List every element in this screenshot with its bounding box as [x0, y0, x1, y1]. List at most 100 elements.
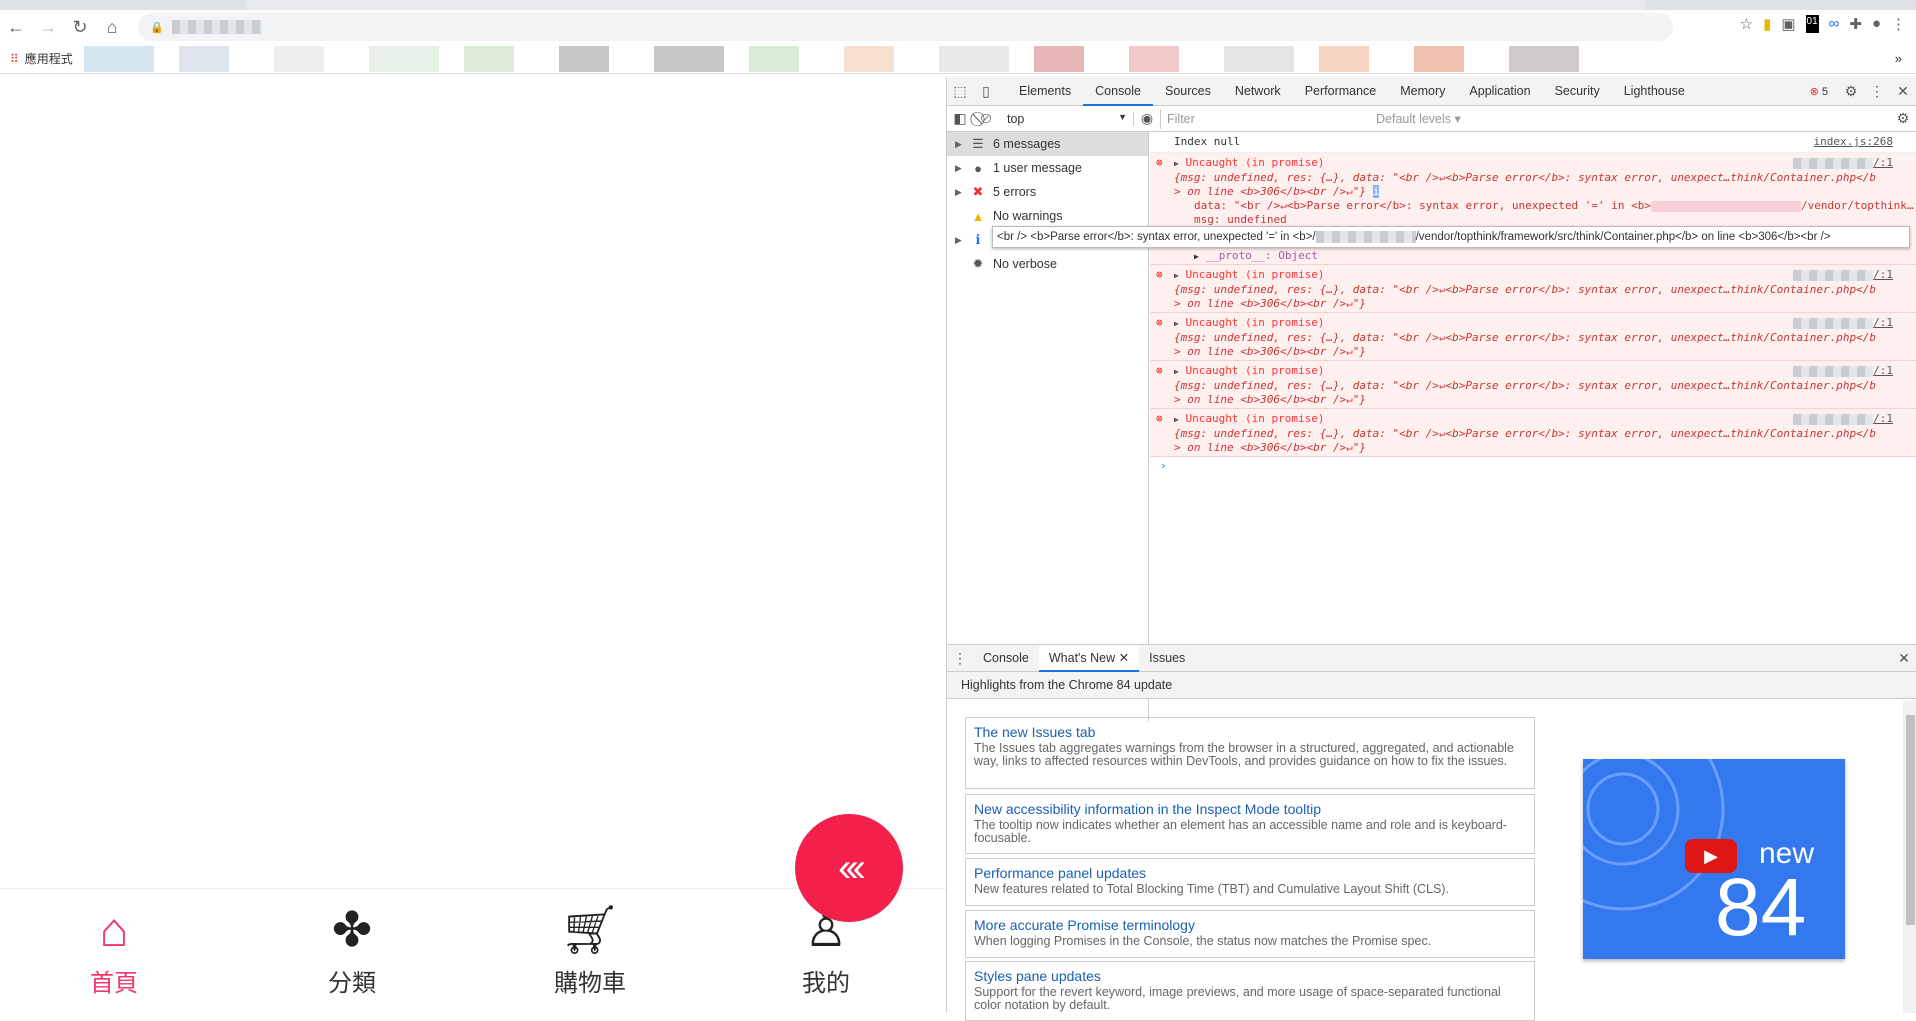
- bookmark-item[interactable]: [369, 46, 439, 72]
- whats-new-card[interactable]: The new Issues tab The Issues tab aggrega…: [965, 717, 1535, 789]
- sidebar-toggle-icon[interactable]: ◧: [947, 110, 973, 127]
- bookmark-item[interactable]: [274, 46, 324, 72]
- back-button[interactable]: ←: [0, 17, 32, 38]
- drawer-tab[interactable]: Console: [973, 645, 1039, 672]
- reload-button[interactable]: ↻: [64, 17, 96, 38]
- expand-icon[interactable]: ▶: [955, 235, 967, 246]
- source-link[interactable]: index.js:268: [1814, 135, 1893, 149]
- bookmark-item[interactable]: [844, 46, 894, 72]
- error-message[interactable]: ⊗ ▶ Uncaught (in promise) /:1 {msg: undef…: [1150, 409, 1916, 457]
- browser-tab[interactable]: [245, 0, 1645, 10]
- close-icon[interactable]: ✕: [1890, 83, 1916, 100]
- profile-icon[interactable]: ●: [1872, 15, 1881, 33]
- card-title-link[interactable]: The new Issues tab: [974, 722, 1526, 742]
- whats-new-card[interactable]: Performance panel updates New features re…: [965, 858, 1535, 906]
- clear-icon[interactable]: ⃠⊘: [973, 110, 999, 127]
- tab-lighthouse[interactable]: Lighthouse: [1612, 77, 1697, 106]
- nav-item[interactable]: ⌂ 首頁: [54, 905, 174, 998]
- expand-icon[interactable]: ▶: [1174, 367, 1179, 376]
- bookmark-item[interactable]: [464, 46, 514, 72]
- whats-new-video[interactable]: ▶ new 84: [1583, 759, 1845, 959]
- source-link[interactable]: /:1: [1793, 412, 1893, 426]
- bookmark-item[interactable]: [1414, 46, 1464, 72]
- forward-button[interactable]: →: [32, 17, 64, 38]
- card-title-link[interactable]: New accessibility information in the Ins…: [974, 799, 1526, 819]
- puzzle-icon[interactable]: ✚: [1849, 15, 1862, 33]
- error-object[interactable]: {msg: undefined, res: {…}, data: "<br />…: [1174, 379, 1876, 393]
- source-link[interactable]: /:1: [1793, 156, 1893, 170]
- bookmark-apps[interactable]: 應用程式: [25, 50, 73, 67]
- home-button[interactable]: ⌂: [96, 17, 128, 38]
- expand-icon[interactable]: ▶: [955, 163, 967, 174]
- bookmark-item[interactable]: [559, 46, 609, 72]
- scrollbar-thumb[interactable]: [1906, 715, 1915, 925]
- source-link[interactable]: /:1: [1793, 268, 1893, 282]
- error-object[interactable]: {msg: undefined, res: {…}, data: "<br />…: [1174, 331, 1876, 345]
- eye-icon[interactable]: ◉: [1134, 110, 1160, 127]
- card-title-link[interactable]: Styles pane updates: [974, 966, 1526, 986]
- menu-icon[interactable]: ⋮: [1891, 15, 1906, 33]
- extension-icon[interactable]: 01: [1805, 15, 1819, 33]
- card-title-link[interactable]: More accurate Promise terminology: [974, 915, 1526, 935]
- whats-new-card[interactable]: Styles pane updates Support for the rever…: [965, 961, 1535, 1021]
- drawer-tab[interactable]: What's New ✕: [1038, 644, 1140, 672]
- drawer-menu-icon[interactable]: ⋮: [947, 650, 973, 667]
- tab-security[interactable]: Security: [1543, 77, 1612, 106]
- apps-icon[interactable]: ⠿: [10, 52, 19, 66]
- expand-icon[interactable]: ▶: [1174, 415, 1179, 424]
- extension-icon[interactable]: ∞: [1829, 15, 1840, 33]
- gear-icon[interactable]: ⚙: [1838, 83, 1864, 100]
- source-link[interactable]: /:1: [1793, 316, 1893, 330]
- bookmark-item[interactable]: [1319, 46, 1369, 72]
- card-title-link[interactable]: Performance panel updates: [974, 863, 1526, 883]
- expand-icon[interactable]: ▶: [955, 187, 967, 198]
- error-message[interactable]: ⊗ ▶ Uncaught (in promise) /:1 {msg: undef…: [1150, 153, 1916, 265]
- error-message[interactable]: ⊗ ▶ Uncaught (in promise) /:1 {msg: undef…: [1150, 265, 1916, 313]
- proto-property[interactable]: ▶ __proto__: Object: [1174, 249, 1857, 264]
- tab-sources[interactable]: Sources: [1153, 77, 1223, 106]
- nav-item[interactable]: ✤ 分類: [292, 905, 412, 998]
- levels-dropdown[interactable]: Default levels ▾: [1376, 111, 1461, 126]
- error-object[interactable]: {msg: undefined, res: {…}, data: "<br />…: [1174, 171, 1876, 185]
- expand-icon[interactable]: ▶: [1174, 319, 1179, 328]
- console-prompt[interactable]: ›: [1150, 457, 1916, 474]
- extension-icon[interactable]: ▮: [1763, 15, 1771, 33]
- expand-icon[interactable]: ▶: [1174, 159, 1179, 168]
- tab-elements[interactable]: Elements: [1007, 77, 1083, 106]
- bookmark-item[interactable]: [654, 46, 724, 72]
- scrollbar[interactable]: [1903, 701, 1916, 1013]
- sidebar-item[interactable]: ▶ ✖ 5 errors: [947, 180, 1148, 204]
- error-message[interactable]: ⊗ ▶ Uncaught (in promise) /:1 {msg: undef…: [1150, 361, 1916, 409]
- bookmark-item[interactable]: [1034, 46, 1084, 72]
- error-object[interactable]: {msg: undefined, res: {…}, data: "<br />…: [1174, 283, 1876, 297]
- tab-performance[interactable]: Performance: [1293, 77, 1389, 106]
- sidebar-item[interactable]: ▶ ☰ 6 messages: [947, 132, 1148, 156]
- source-link[interactable]: /:1: [1793, 364, 1893, 378]
- tab-memory[interactable]: Memory: [1388, 77, 1457, 106]
- whats-new-card[interactable]: New accessibility information in the Ins…: [965, 794, 1535, 854]
- expand-icon[interactable]: ▶: [955, 139, 967, 150]
- bookmark-item[interactable]: [939, 46, 1009, 72]
- nav-item[interactable]: 🛒︎ 購物車: [530, 905, 650, 998]
- close-drawer-icon[interactable]: ✕: [1891, 650, 1916, 667]
- chevrons-left-icon[interactable]: ‹‹‹: [795, 814, 903, 922]
- device-toggle-icon[interactable]: ▯: [973, 83, 999, 100]
- sidebar-item[interactable]: ▲ No warnings: [947, 204, 1148, 228]
- bookmark-item[interactable]: [749, 46, 799, 72]
- error-message[interactable]: ⊗ ▶ Uncaught (in promise) /:1 {msg: undef…: [1150, 313, 1916, 361]
- bookmark-item[interactable]: [179, 46, 229, 72]
- bookmark-item[interactable]: [1224, 46, 1294, 72]
- bookmark-item[interactable]: [1509, 46, 1579, 72]
- context-select[interactable]: top ▼: [999, 111, 1134, 126]
- error-count-badge[interactable]: ⊗ 5: [1810, 85, 1828, 98]
- nav-item[interactable]: ♙ 我的: [766, 905, 886, 998]
- bookmark-item[interactable]: [84, 46, 154, 72]
- bookmark-item[interactable]: [1129, 46, 1179, 72]
- error-object[interactable]: {msg: undefined, res: {…}, data: "<br />…: [1174, 427, 1876, 441]
- extension-icon[interactable]: ▣: [1781, 15, 1795, 33]
- more-icon[interactable]: ⋮: [1864, 83, 1890, 100]
- sidebar-item[interactable]: ✹ No verbose: [947, 252, 1148, 276]
- tab-console[interactable]: Console: [1083, 77, 1153, 106]
- filter-input[interactable]: Filter: [1160, 108, 1368, 129]
- expand-icon[interactable]: ▶: [1174, 271, 1179, 280]
